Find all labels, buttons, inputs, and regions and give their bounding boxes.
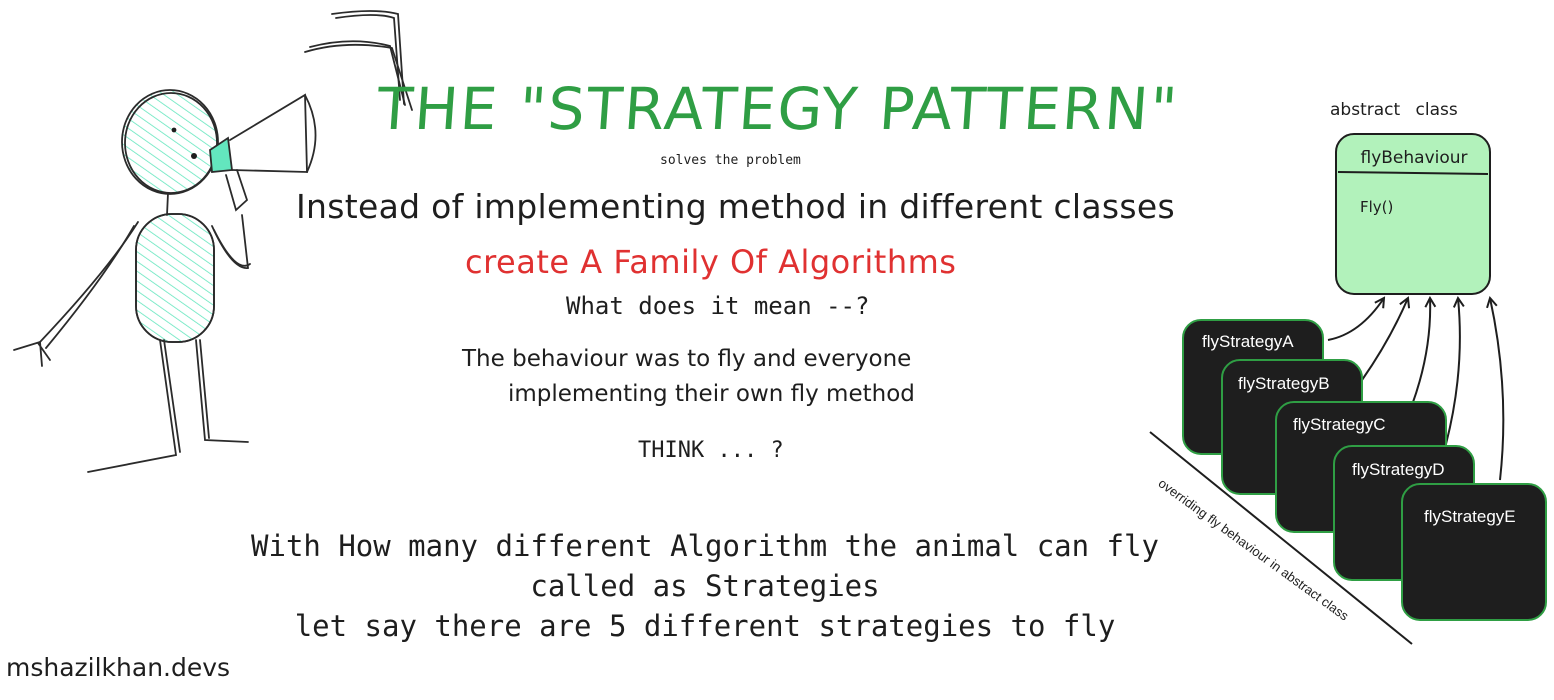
page-title: THE "STRATEGY PATTERN" [374, 75, 1182, 143]
family-text: create A Family Of Algorithms [465, 243, 957, 281]
abstract-class-label: abstract class [1330, 100, 1458, 120]
strategy-card-e [1401, 483, 1547, 621]
think-text: THINK ... ? [638, 438, 784, 463]
subtitle: solves the problem [660, 153, 801, 168]
strategy-label-b: flyStrategyB [1238, 374, 1330, 393]
strategy-label-c: flyStrategyC [1293, 415, 1386, 434]
behaviour-line-1: The behaviour was to fly and everyone [462, 346, 912, 372]
figure-body [135, 213, 215, 343]
strategy-label-a: flyStrategyA [1202, 332, 1294, 351]
behaviour-line-2: implementing their own fly method [508, 381, 915, 407]
class-name-label: flyBehaviour [1360, 148, 1468, 168]
strategy-label-d: flyStrategyD [1352, 460, 1445, 479]
strategy-label-e: flyStrategyE [1424, 507, 1516, 526]
watermark: mshazilkhan.devs [6, 653, 231, 682]
method-label: Fly() [1360, 198, 1394, 216]
bottom-text: With How many different Algorithm the an… [251, 529, 1159, 643]
canvas: THE "STRATEGY PATTERN" solves the proble… [0, 0, 1554, 700]
question-text: What does it mean --? [566, 292, 870, 320]
instead-text: Instead of implementing method in differ… [296, 187, 1175, 226]
